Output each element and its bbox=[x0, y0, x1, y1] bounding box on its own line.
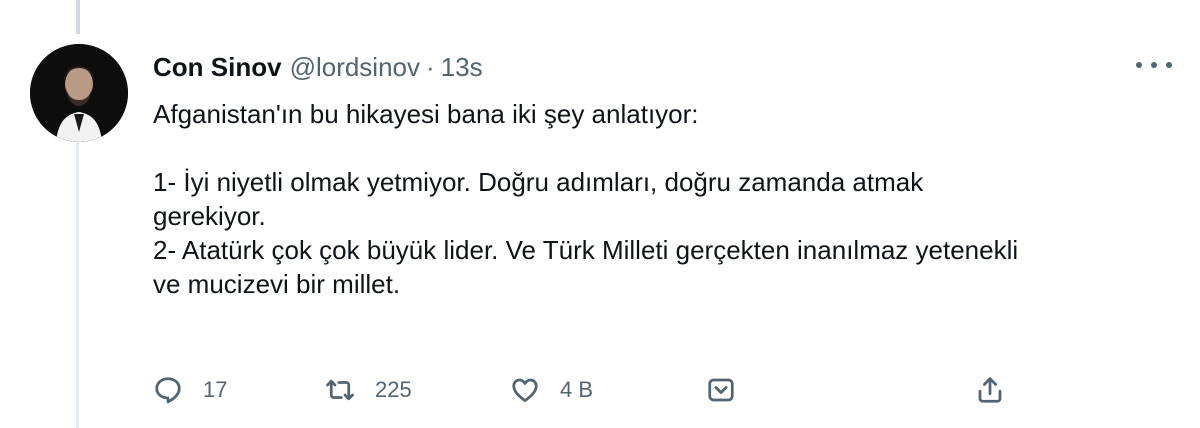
timestamp[interactable]: 13s bbox=[441, 52, 483, 83]
tweet-text-line: Afganistan'ın bu hikayesi bana iki şey a… bbox=[153, 99, 699, 129]
like-count: 4 B bbox=[560, 377, 594, 402]
retweet-icon bbox=[326, 379, 354, 401]
timeline-border bbox=[76, 132, 79, 428]
share-button[interactable] bbox=[975, 368, 1005, 412]
bookmark-button[interactable] bbox=[706, 368, 736, 412]
tweet-header: Con Sinov @lordsinov · 13s bbox=[153, 52, 483, 86]
heart-icon bbox=[512, 378, 538, 402]
tweet-actions: 17 225 4 B bbox=[153, 368, 1033, 412]
tweet-text: Afganistan'ın bu hikayesi bana iki şey a… bbox=[153, 97, 1183, 301]
tweet-text-line: ve mucizevi bir millet. bbox=[153, 269, 401, 299]
retweet-button[interactable]: 225 bbox=[325, 368, 412, 412]
reply-count: 17 bbox=[203, 377, 228, 402]
separator-dot: · bbox=[426, 52, 435, 82]
avatar[interactable] bbox=[30, 44, 128, 142]
more-icon[interactable] bbox=[1136, 52, 1172, 78]
avatar-image bbox=[30, 44, 128, 142]
display-name[interactable]: Con Sinov bbox=[153, 52, 282, 83]
like-button[interactable]: 4 B bbox=[510, 368, 593, 412]
share-icon bbox=[978, 377, 1002, 403]
bookmark-icon bbox=[708, 378, 734, 402]
thread-connector-line bbox=[76, 0, 80, 34]
tweet-text-line: 1- İyi niyetli olmak yetmiyor. Doğru adı… bbox=[153, 167, 924, 197]
reply-icon bbox=[155, 377, 181, 404]
tweet-text-line: gerekiyor. bbox=[153, 201, 266, 231]
reply-button[interactable]: 17 bbox=[153, 368, 227, 412]
user-handle[interactable]: @lordsinov bbox=[290, 52, 420, 83]
retweet-count: 225 bbox=[375, 377, 412, 402]
tweet-text-line: 2- Atatürk çok çok büyük lider. Ve Türk … bbox=[153, 235, 1019, 265]
